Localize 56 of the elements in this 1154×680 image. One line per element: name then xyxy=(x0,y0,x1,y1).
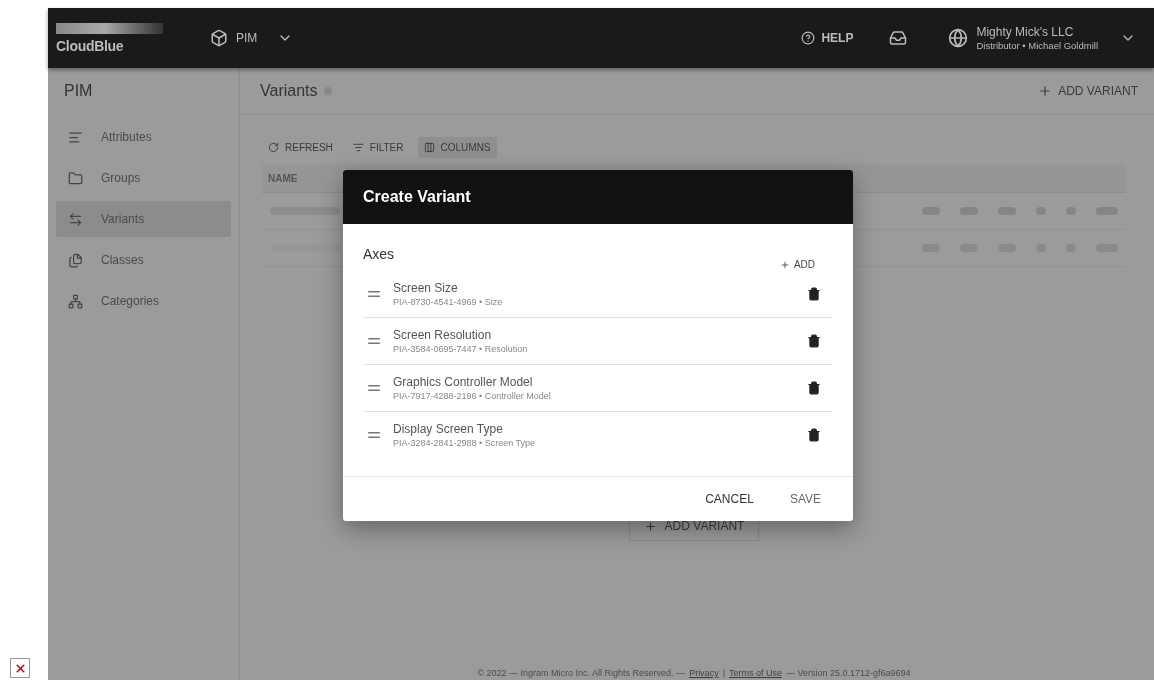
delete-button[interactable] xyxy=(807,428,821,442)
cancel-button[interactable]: CANCEL xyxy=(701,488,758,510)
axis-detail: PIA-3584-0695-7447 • Resolution xyxy=(393,344,529,354)
axis-detail: PIA-8730-4541-4969 • Size xyxy=(393,297,504,307)
footer-version: — Version 25.0.1712-gf6a9694 xyxy=(786,668,911,678)
refresh-icon xyxy=(268,142,279,153)
sidebar-item[interactable]: Groups xyxy=(56,160,231,196)
help-button[interactable]: HELP xyxy=(795,30,860,46)
inbox-button[interactable] xyxy=(889,29,908,47)
files-icon xyxy=(68,252,83,268)
toolbar-button[interactable]: COLUMNS xyxy=(417,137,497,158)
plus-icon xyxy=(779,259,790,270)
axis-name: Screen Resolution xyxy=(393,328,493,342)
sidebar-item[interactable]: Categories xyxy=(56,283,231,319)
plus-icon xyxy=(643,519,657,533)
add-variant-button[interactable]: ADD VARIANT xyxy=(1032,79,1144,103)
footer-separator: | xyxy=(722,668,725,678)
dialog-title: Create Variant xyxy=(363,188,471,206)
delete-button[interactable] xyxy=(807,381,821,395)
privacy-link[interactable]: Privacy xyxy=(689,668,719,678)
sidebar-item[interactable]: Classes xyxy=(56,242,231,278)
delete-button[interactable] xyxy=(807,287,821,301)
logo-text: CloudBlue xyxy=(56,37,125,54)
hierarchy-icon xyxy=(68,293,83,309)
axis-name: Screen Size xyxy=(393,281,459,295)
column-header: NAME xyxy=(268,172,298,184)
globe-icon xyxy=(948,28,969,48)
axis-name: Graphics Controller Model xyxy=(393,375,534,389)
footer-text: © 2022 — Ingram Micro Inc. All Rights Reserved. — xyxy=(477,668,686,678)
broken-image-icon xyxy=(10,658,30,678)
delete-button[interactable] xyxy=(807,334,821,348)
toolbar-button[interactable]: REFRESH xyxy=(262,137,339,158)
terms-link[interactable]: Terms of Use xyxy=(729,668,782,678)
section-title: Axes xyxy=(363,246,395,262)
sidebar-item[interactable]: Attributes xyxy=(56,119,231,155)
save-button[interactable]: SAVE xyxy=(785,488,825,510)
toolbar-button[interactable]: FILTER xyxy=(346,137,410,158)
axis-name: Display Screen Type xyxy=(393,422,504,436)
axis-detail: PIA-7917-4288-2196 • Controller Model xyxy=(393,391,552,401)
columns-icon xyxy=(423,142,435,153)
filter-icon xyxy=(352,142,364,153)
add-axis-button[interactable]: ADD xyxy=(773,258,821,271)
cube-icon xyxy=(210,29,228,47)
skeleton-bar xyxy=(270,244,340,252)
skeleton-bar xyxy=(270,207,340,215)
help-icon xyxy=(801,31,816,45)
swap-arrows-icon xyxy=(68,211,83,227)
lines-icon xyxy=(68,129,83,145)
account-menu[interactable]: Mighty Mick's LLC Distributor • Michael Goldmill xyxy=(942,24,1142,52)
module-switcher[interactable]: PIM xyxy=(206,25,298,51)
sidebar-title: PIM xyxy=(63,81,94,101)
sidebar-item[interactable]: Variants xyxy=(56,201,231,237)
plus-icon xyxy=(1038,84,1053,98)
axis-detail: PIA-3284-2841-2988 • Screen Type xyxy=(393,438,537,448)
page-title: Variants xyxy=(260,82,318,100)
folder-icon xyxy=(68,170,83,186)
